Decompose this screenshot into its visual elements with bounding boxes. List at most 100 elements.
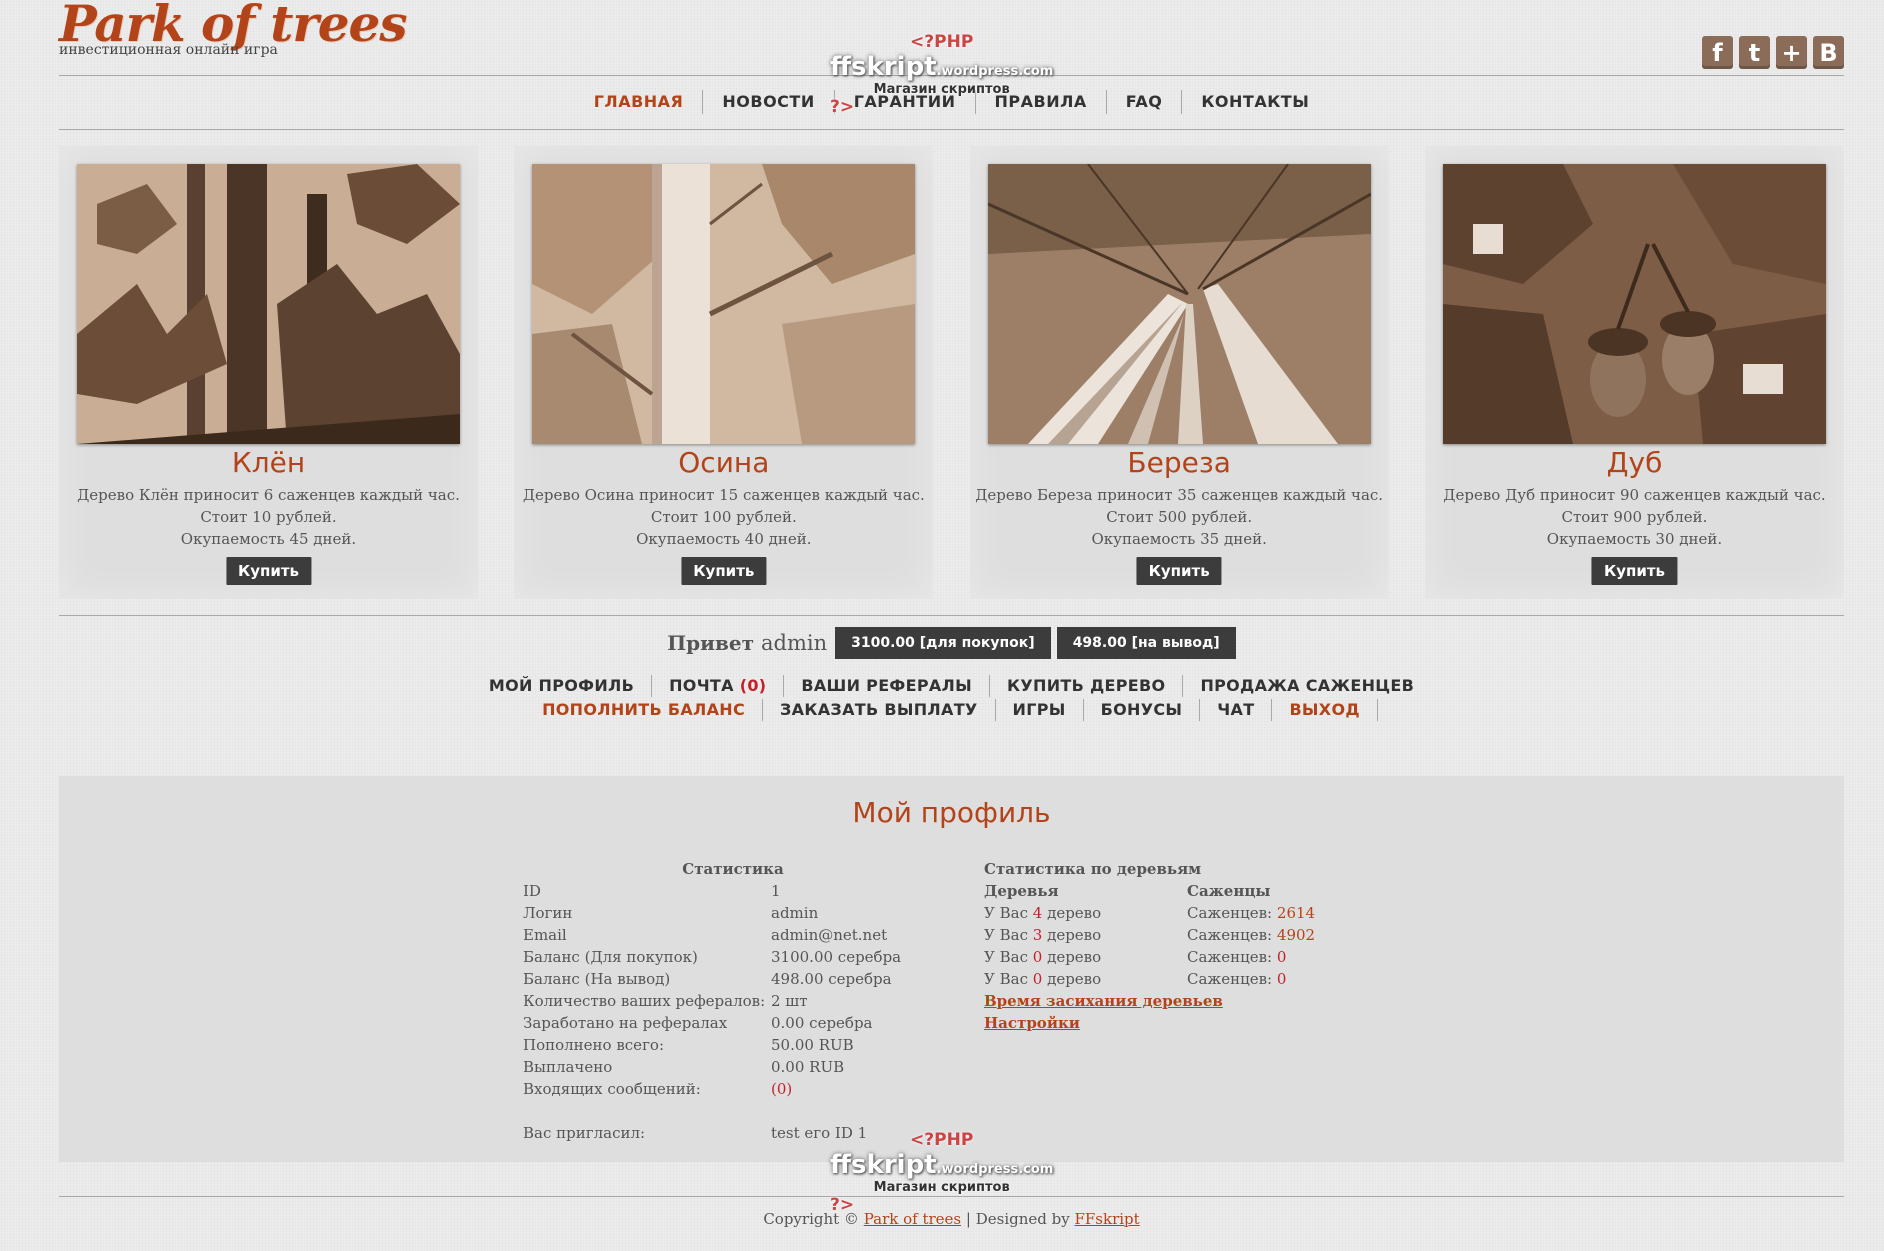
balance-withdraw-badge: 498.00 [на вывод] <box>1056 627 1236 659</box>
stat-label: Email <box>523 926 567 944</box>
nav-guarantees[interactable]: Гарантии <box>835 90 976 114</box>
menu-my-profile[interactable]: Мой профиль <box>472 675 653 697</box>
watermark-brand-name: ffskript <box>830 52 937 82</box>
user-menu-row-1: Мой профиль Почта (0) Ваши рефералы Купи… <box>59 675 1844 697</box>
tree-count: 4 <box>1032 904 1043 922</box>
stat-value: admin@net.net <box>771 926 888 944</box>
user-bar: Привет admin 3100.00 [для покупок] 498.0… <box>59 627 1844 659</box>
site-link[interactable]: Park of trees <box>864 1210 961 1228</box>
seedlings-prefix: Саженцев: <box>1187 948 1273 966</box>
tree-cards: Клён Дерево Клён приносит 6 саженцев каж… <box>59 146 1844 599</box>
menu-top-up[interactable]: Пополнить баланс <box>525 699 764 721</box>
tree-count: 0 <box>1032 970 1043 988</box>
stat-row: Email admin@net.net <box>523 924 943 946</box>
balance-buy-badge: 3100.00 [для покупок] <box>835 627 1051 659</box>
tree-yield: Дерево Осина приносит 15 саженцев каждый… <box>522 486 925 504</box>
menu-logout[interactable]: Выход <box>1272 699 1378 721</box>
designed-by-text: | Designed by <box>965 1210 1070 1228</box>
menu-bonuses[interactable]: Бонусы <box>1084 699 1201 721</box>
tree-price: Стоит 500 рублей. <box>1106 508 1253 526</box>
aspen-photo <box>532 164 916 444</box>
buy-button[interactable]: Купить <box>225 557 312 585</box>
nav-contacts[interactable]: Контакты <box>1182 90 1328 114</box>
stat-row: Пополнено всего: 50.00 RUB <box>523 1034 943 1056</box>
nav-news[interactable]: Новости <box>703 90 835 114</box>
stat-value: (0) <box>771 1080 793 1098</box>
seedlings-count: 0 <box>1276 948 1287 966</box>
stat-label: Баланс (Для покупок) <box>523 948 698 966</box>
site-tagline: инвестиционная онлайн игра <box>59 42 278 58</box>
stat-value: 2 шт <box>771 992 808 1010</box>
buy-button[interactable]: Купить <box>1591 557 1678 585</box>
stat-row: Вас пригласил: test его ID 1 <box>523 1122 943 1144</box>
menu-mail[interactable]: Почта (0) <box>652 675 785 697</box>
menu-chat[interactable]: Чат <box>1200 699 1273 721</box>
tree-count: 0 <box>1032 948 1043 966</box>
menu-mail-label: Почта <box>669 676 734 695</box>
menu-withdraw[interactable]: Заказать выплату <box>763 699 996 721</box>
tree-stats-table: Статистика по деревьям Деревья Саженцы У … <box>984 858 1315 1034</box>
tree-prefix: У Вас <box>984 970 1028 988</box>
facebook-icon[interactable]: f <box>1702 36 1733 69</box>
nav-home[interactable]: Главная <box>575 90 704 114</box>
nav-rules[interactable]: Правила <box>976 90 1107 114</box>
greeting-text: Привет <box>667 631 755 655</box>
footer: Copyright © Park of trees | Designed by … <box>59 1210 1844 1228</box>
user-menu-row-2: Пополнить баланс Заказать выплату Игры Б… <box>59 699 1844 721</box>
settings-link[interactable]: Настройки <box>984 1014 1080 1032</box>
stat-value: test его ID 1 <box>771 1124 868 1142</box>
stat-value: 0.00 серебра <box>771 1014 873 1032</box>
tree-payback: Окупаемость 45 дней. <box>180 530 357 548</box>
tree-card-birch: Береза Дерево Береза приносит 35 саженце… <box>969 146 1389 599</box>
buy-button[interactable]: Купить <box>1136 557 1222 585</box>
tree-title: Клён <box>231 446 306 479</box>
menu-referrals[interactable]: Ваши рефералы <box>784 675 991 697</box>
tree-payback: Окупаемость 35 дней. <box>1091 530 1267 548</box>
tree-drying-time-link[interactable]: Время засихания деревьев <box>984 992 1223 1010</box>
watermark-brand: ffskript.wordpress.com <box>830 52 1053 82</box>
watermark-domain: .wordpress.com <box>936 64 1054 79</box>
stat-value: 0.00 RUB <box>771 1058 845 1076</box>
designer-link[interactable]: FFskript <box>1074 1210 1139 1228</box>
stats-header: Статистика <box>682 860 784 878</box>
menu-sell-seedlings[interactable]: Продажа саженцев <box>1183 675 1431 697</box>
tree-suffix: дерево <box>1047 948 1102 966</box>
nav-faq[interactable]: FAQ <box>1107 90 1183 114</box>
stat-label: Логин <box>523 904 573 922</box>
vkontakte-icon[interactable]: B <box>1813 36 1844 69</box>
stat-value: 498.00 серебра <box>771 970 892 988</box>
username: admin <box>760 631 828 655</box>
menu-games[interactable]: Игры <box>996 699 1084 721</box>
divider <box>59 75 1844 76</box>
social-links: f t + B <box>1702 36 1844 69</box>
tree-stats-columns: Деревья Саженцы <box>984 880 1315 902</box>
tree-suffix: дерево <box>1047 970 1102 988</box>
tree-title: Осина <box>678 446 770 479</box>
watermark-php: <?PHP <box>910 32 974 52</box>
tree-payback: Окупаемость 40 дней. <box>636 530 812 548</box>
maple-photo <box>77 164 460 444</box>
buy-button[interactable]: Купить <box>681 557 767 585</box>
tree-title: Дуб <box>1606 446 1663 479</box>
twitter-icon[interactable]: t <box>1739 36 1770 69</box>
copyright-text: Copyright © <box>763 1210 859 1228</box>
menu-buy-tree[interactable]: Купить дерево <box>990 675 1184 697</box>
tree-yield: Дерево Береза приносит 35 саженцев кажды… <box>975 486 1384 504</box>
tree-price: Стоит 10 рублей. <box>200 508 337 526</box>
tree-suffix: дерево <box>1047 904 1102 922</box>
main-nav: Главная Новости Гарантии Правила FAQ Кон… <box>59 90 1844 114</box>
tree-yield: Дерево Клён приносит 6 саженцев каждый ч… <box>77 486 460 504</box>
tree-stat-row: У Вас 3 дерево Саженцев: 4902 <box>984 924 1315 946</box>
greeting: Привет admin <box>667 631 827 655</box>
stat-row: Логин admin <box>523 902 943 924</box>
tree-prefix: У Вас <box>984 904 1028 922</box>
plus-icon[interactable]: + <box>1776 36 1807 69</box>
stat-value: admin <box>771 904 819 922</box>
watermark-domain: .wordpress.com <box>936 1162 1054 1177</box>
seedlings-prefix: Саженцев: <box>1187 904 1273 922</box>
stat-value: 1 <box>771 882 781 900</box>
stat-value: 50.00 RUB <box>771 1036 854 1054</box>
tree-price: Стоит 100 рублей. <box>650 508 797 526</box>
stat-label: Заработано на рефералах <box>523 1014 728 1032</box>
